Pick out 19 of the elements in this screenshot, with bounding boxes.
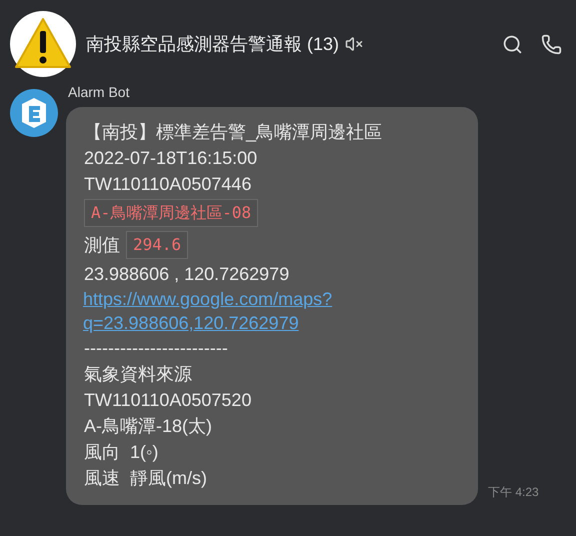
message-line: 風速 靜風(m/s) — [84, 467, 208, 490]
chat-title: 南投縣空品感測器告警通報 (13) — [86, 32, 340, 56]
bot-avatar-icon — [10, 89, 58, 137]
map-link[interactable]: https://www.google.com/maps? q=23.988606,120.7262979 — [83, 287, 454, 335]
message-line: TW110110A0507520 — [84, 389, 252, 412]
message-line: 測值 — [84, 234, 120, 256]
message-line: 風向 1(◦) — [84, 441, 160, 464]
code-chip: 294.6 — [126, 231, 188, 259]
message-line: 23.988606 , 120.7262979 — [84, 263, 290, 286]
message-line: ------------------------ — [84, 337, 229, 360]
message-time: 下午 4:23 — [488, 484, 539, 501]
sender-name: Alarm Bot — [68, 83, 130, 101]
message-line: TW110110A0507446 — [84, 173, 252, 196]
message-line: 2022-07-18T16:15:00 — [84, 147, 258, 170]
message-line: 氣象資料來源 — [84, 363, 193, 386]
warning-avatar-icon — [10, 11, 76, 77]
message-line: 【南投】標準差告警_鳥嘴潭周邊社區 — [84, 121, 384, 144]
code-chip: A-鳥嘴潭周邊社區-08 — [84, 199, 258, 227]
message-line: A-鳥嘴潭-18(太) — [84, 415, 214, 438]
